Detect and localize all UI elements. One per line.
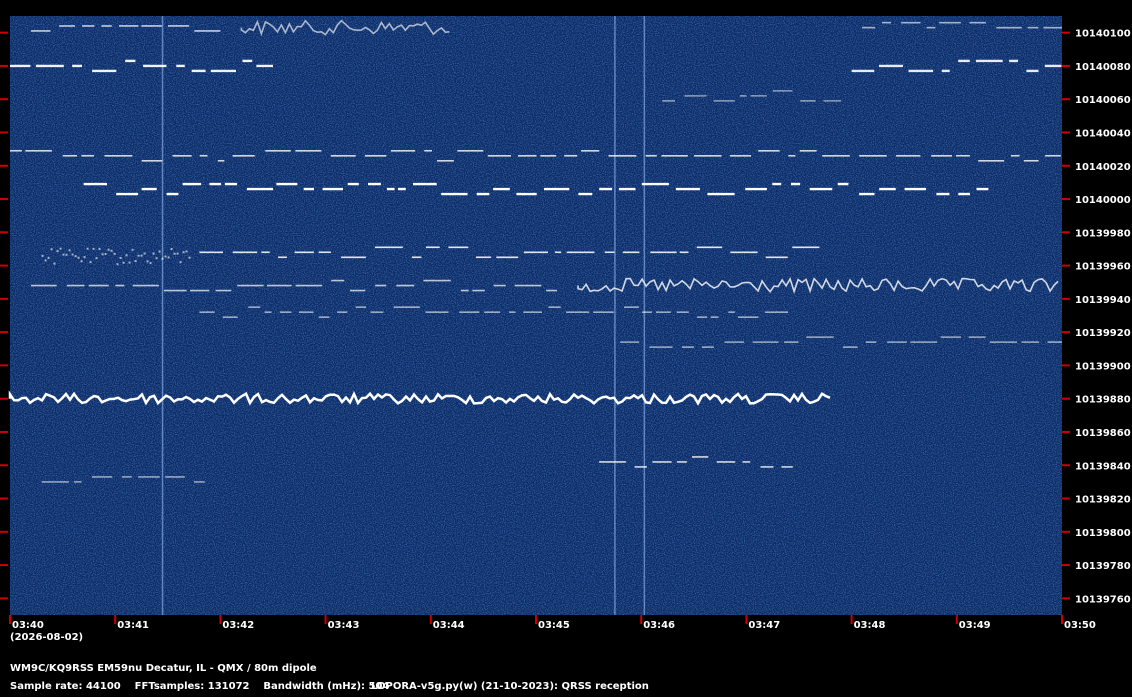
software-info: LOPORA-v5g.py(w) (21-10-2023): QRSS rece… bbox=[371, 681, 649, 692]
station-info: WM9C/KQ9RSS EM59nu Decatur, IL - QMX / 8… bbox=[10, 663, 317, 674]
signal-speck bbox=[107, 248, 110, 251]
x-tick-label: 03:50 bbox=[1064, 620, 1096, 631]
signal-speck bbox=[56, 250, 59, 253]
signal-speck bbox=[41, 254, 44, 257]
signal-speck bbox=[53, 262, 56, 265]
signal-speck bbox=[77, 256, 80, 259]
spectrogram-chart: 10140100 10140080 10140060 10140040 10140020… bbox=[0, 0, 1132, 697]
signal-speck bbox=[146, 260, 149, 263]
signal-speck bbox=[152, 252, 155, 255]
y-tick-label: 10140000 bbox=[1075, 195, 1131, 206]
plot-noise-texture bbox=[10, 16, 1062, 615]
signal-speck bbox=[62, 253, 65, 256]
signal-speck bbox=[116, 263, 119, 266]
signal-speck bbox=[134, 260, 137, 263]
sample-info: Sample rate: 44100 FFTsamples: 131072 Ba… bbox=[10, 681, 390, 692]
x-tick-label: 03:46 bbox=[643, 620, 675, 631]
signal-speck bbox=[167, 256, 170, 259]
signal-speck bbox=[86, 247, 89, 250]
signal-speck bbox=[50, 248, 53, 251]
signal-speck bbox=[128, 261, 131, 264]
x-tick-label: 03:44 bbox=[433, 620, 465, 631]
signal-speck bbox=[170, 248, 173, 251]
y-tick-label: 10140100 bbox=[1075, 29, 1131, 40]
y-tick-label: 10139800 bbox=[1075, 528, 1131, 539]
signal-speck bbox=[80, 260, 83, 263]
signal-speck bbox=[185, 250, 188, 253]
signal-speck bbox=[122, 261, 125, 264]
signal-speck bbox=[104, 253, 107, 256]
signal-speck bbox=[137, 254, 140, 257]
date-label: (2026-08-02) bbox=[10, 632, 83, 643]
y-tick-label: 10139820 bbox=[1075, 495, 1131, 506]
signal-speck bbox=[131, 248, 134, 251]
x-tick-label: 03:49 bbox=[959, 620, 991, 631]
signal-speck bbox=[158, 250, 161, 253]
signal-speck bbox=[98, 248, 101, 251]
signal-speck bbox=[143, 252, 146, 255]
x-tick-label: 03:42 bbox=[222, 620, 254, 631]
y-tick-label: 10139980 bbox=[1075, 228, 1131, 239]
signal-speck bbox=[47, 256, 50, 259]
signal-speck bbox=[68, 249, 71, 252]
y-tick-label: 10140040 bbox=[1075, 128, 1131, 139]
signal-speck bbox=[149, 262, 152, 265]
y-tick-label: 10139900 bbox=[1075, 361, 1131, 372]
y-tick-label: 10139920 bbox=[1075, 328, 1131, 339]
x-tick-label: 03:41 bbox=[117, 620, 149, 631]
y-tick-label: 10139860 bbox=[1075, 428, 1131, 439]
y-tick-label: 10140020 bbox=[1075, 162, 1131, 173]
x-tick-label: 03:45 bbox=[538, 620, 570, 631]
x-tick-label: 03:47 bbox=[748, 620, 780, 631]
signal-speck bbox=[113, 252, 116, 255]
signal-speck bbox=[59, 247, 62, 250]
signal-speck bbox=[173, 252, 176, 255]
spectrogram-plot bbox=[8, 16, 1062, 615]
y-tick-label: 10139780 bbox=[1075, 561, 1131, 572]
signal-speck bbox=[95, 257, 98, 260]
signal-speck bbox=[125, 254, 128, 257]
signal-speck bbox=[176, 252, 179, 255]
signal-speck bbox=[140, 254, 143, 257]
signal-speck bbox=[188, 256, 191, 259]
signal-speck bbox=[65, 253, 68, 256]
y-tick-label: 10139940 bbox=[1075, 295, 1131, 306]
x-tick-label: 03:43 bbox=[328, 620, 360, 631]
y-tick-label: 10140060 bbox=[1075, 95, 1131, 106]
signal-speck bbox=[119, 256, 122, 259]
signal-speck bbox=[182, 251, 185, 254]
signal-speck bbox=[164, 255, 167, 258]
x-tick-label: 03:40 bbox=[12, 620, 44, 631]
signal-speck bbox=[110, 249, 113, 252]
y-tick-label: 10139960 bbox=[1075, 262, 1131, 273]
y-tick-label: 10139840 bbox=[1075, 461, 1131, 472]
signal-speck bbox=[155, 257, 158, 260]
signal-speck bbox=[83, 256, 86, 259]
signal-speck bbox=[74, 255, 77, 258]
signal-speck bbox=[92, 247, 95, 250]
signal-speck bbox=[71, 253, 74, 256]
signal-speck bbox=[89, 261, 92, 264]
y-tick-label: 10140080 bbox=[1075, 62, 1131, 73]
signal-speck bbox=[44, 259, 47, 262]
x-tick-label: 03:48 bbox=[854, 620, 886, 631]
y-tick-label: 10139760 bbox=[1075, 594, 1131, 605]
y-tick-label: 10139880 bbox=[1075, 395, 1131, 406]
signal-speck bbox=[179, 261, 182, 264]
signal-speck bbox=[101, 253, 104, 256]
signal-speck bbox=[161, 257, 164, 260]
